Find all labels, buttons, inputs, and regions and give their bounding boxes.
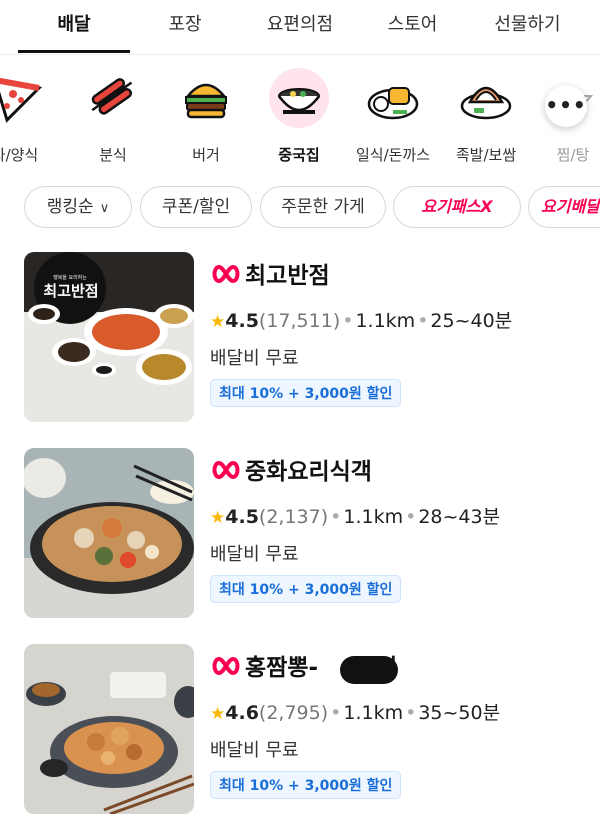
category-label: 찜/탕 xyxy=(556,146,590,164)
burger-icon xyxy=(176,68,236,128)
more-categories-button[interactable]: ••• xyxy=(545,85,587,127)
store-thumbnail xyxy=(24,448,194,618)
store-rating: 4.5 xyxy=(225,310,259,332)
store-thumbnail xyxy=(24,644,194,814)
store-card[interactable]: 중화요리식객 ★4.5(2,137) • 1.1km • 28~43분 배달비 무료 최… xyxy=(0,448,600,624)
filter-ordered-stores[interactable]: 주문한 가게 xyxy=(260,186,386,228)
redaction-mark xyxy=(340,656,398,684)
category-jokbal[interactable]: 족발/보쌈 xyxy=(443,60,529,170)
yogipass-infinity-icon xyxy=(212,460,240,480)
yogipass-infinity-icon xyxy=(212,656,240,676)
tab-convenience-store[interactable]: 요편의점 xyxy=(250,0,350,54)
category-chinese[interactable]: 중국집 xyxy=(256,60,342,170)
tab-pickup[interactable]: 포장 xyxy=(140,0,230,54)
store-meta: ★4.5(2,137) • 1.1km • 28~43분 xyxy=(210,506,501,528)
tab-gift[interactable]: 선물하기 xyxy=(475,0,580,54)
chevron-down-icon: ∨ xyxy=(99,201,110,216)
delivery-fee: 배달비 무료 xyxy=(210,544,299,565)
store-meta: ★4.6(2,795) • 1.1km • 35~50분 xyxy=(210,702,501,724)
review-count: (2,795) xyxy=(258,702,329,724)
jokbal-icon xyxy=(456,68,516,128)
category-western[interactable]: 자/양식 xyxy=(0,60,58,170)
store-meta: ★4.5(17,511) • 1.1km • 25~40분 xyxy=(210,310,513,332)
thumb-brand-text: 최고반점 xyxy=(43,282,99,300)
discount-badge: 최대 10% + 3,000원 할인 xyxy=(210,379,402,407)
store-name-text: 홍짬뽕- xyxy=(245,655,319,681)
filter-chip-row: 랭킹순 ∨ 쿠폰/할인 주문한 가게 요기패스X 요기배달 xyxy=(0,186,600,232)
category-snack[interactable]: 분식 xyxy=(70,60,156,170)
category-label: 중국집 xyxy=(278,146,320,164)
star-icon: ★ xyxy=(210,704,226,724)
filter-yogi-delivery[interactable]: 요기배달 xyxy=(528,186,600,228)
store-name: 최고반점 xyxy=(245,263,330,289)
category-label: 분식 xyxy=(99,146,127,164)
delivery-fee: 배달비 무료 xyxy=(210,348,299,369)
store-distance: 1.1km xyxy=(343,506,404,528)
category-strip: 자/양식 분식 버거 중국집 일식/돈까스 족발/보쌈 찜/탕 xyxy=(0,60,600,170)
star-icon: ★ xyxy=(210,312,226,332)
category-label: 자/양식 xyxy=(0,146,39,164)
filter-yogipass[interactable]: 요기패스X xyxy=(393,186,521,228)
delivery-time: 28~43분 xyxy=(418,506,501,528)
star-icon: ★ xyxy=(210,508,226,528)
pizza-icon xyxy=(0,68,45,128)
store-thumbnail: 행복을 요리하는 최고반점 xyxy=(24,252,194,422)
tab-store[interactable]: 스토어 xyxy=(365,0,460,54)
active-tab-indicator xyxy=(18,50,130,53)
store-rating: 4.5 xyxy=(225,506,259,528)
skewer-icon xyxy=(83,68,143,128)
filter-coupon[interactable]: 쿠폰/할인 xyxy=(140,186,252,228)
review-count: (17,511) xyxy=(258,310,341,332)
delivery-time: 25~40분 xyxy=(430,310,513,332)
store-name: 중화요리식객 xyxy=(245,459,372,485)
store-rating: 4.6 xyxy=(225,702,259,724)
discount-badge: 최대 10% + 3,000원 할인 xyxy=(210,771,402,799)
category-japanese[interactable]: 일식/돈까스 xyxy=(350,60,436,170)
discount-badge: 최대 10% + 3,000원 할인 xyxy=(210,575,402,603)
store-distance: 1.1km xyxy=(355,310,416,332)
delivery-fee: 배달비 무료 xyxy=(210,740,299,761)
top-tab-bar: 배달 포장 요편의점 스토어 선물하기 xyxy=(0,0,600,55)
tonkatsu-icon xyxy=(363,68,423,128)
review-count: (2,137) xyxy=(258,506,329,528)
category-label: 버거 xyxy=(192,146,220,164)
delivery-time: 35~50분 xyxy=(418,702,501,724)
sort-label: 랭킹순 xyxy=(46,197,94,217)
yogipass-infinity-icon xyxy=(212,264,240,284)
noodle-bowl-icon xyxy=(269,68,329,128)
sort-dropdown[interactable]: 랭킹순 ∨ xyxy=(24,186,132,228)
store-card[interactable]: 홍짬뽕-점 ★4.6(2,795)•1.1km•35~50분 배달비 무료 최대… xyxy=(0,644,600,820)
tab-delivery[interactable]: 배달 xyxy=(18,0,130,54)
store-card[interactable]: 행복을 요리하는 최고반점 최고반점 ★4.5(17,511) • 1.1km • 25… xyxy=(0,252,600,428)
store-distance: 1.1km xyxy=(343,702,404,724)
category-burger[interactable]: 버거 xyxy=(163,60,249,170)
category-label: 일식/돈까스 xyxy=(355,146,431,164)
